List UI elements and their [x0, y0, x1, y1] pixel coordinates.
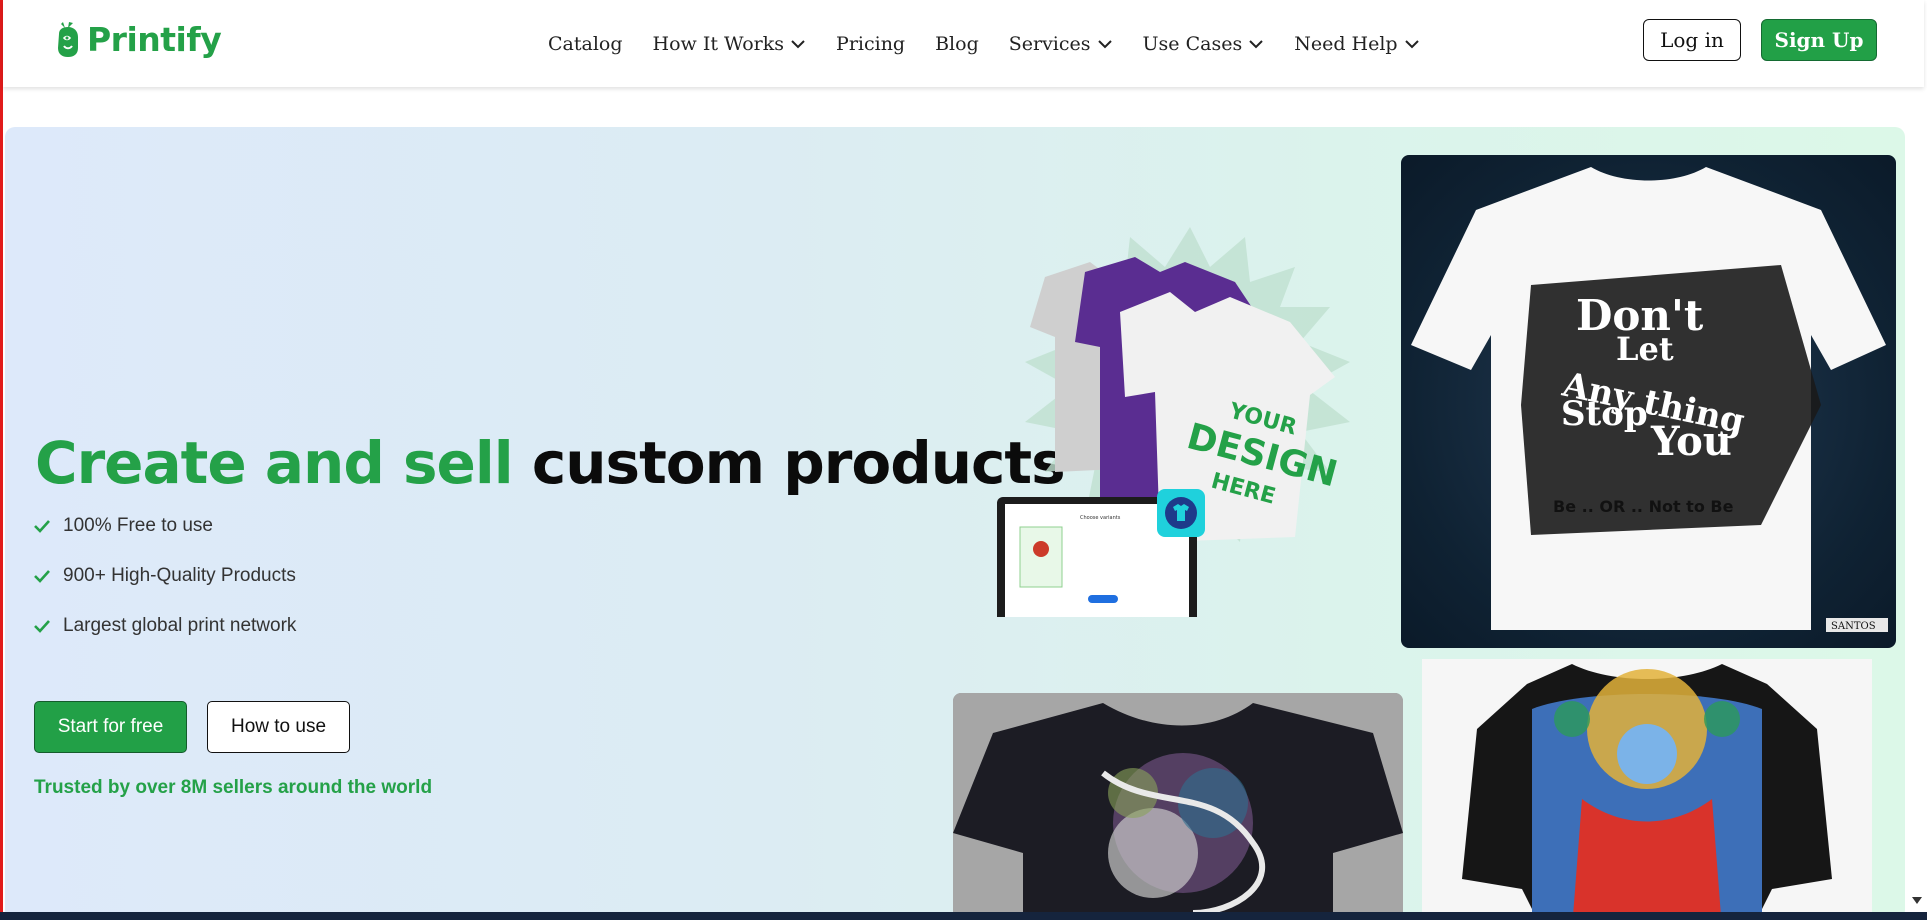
- start-for-free-button[interactable]: Start for free: [34, 701, 187, 753]
- check-icon: [34, 520, 50, 533]
- mockup-laptop-title: Choose variants: [1080, 515, 1121, 521]
- nav-label: Pricing: [836, 32, 906, 55]
- nav-item-use-cases[interactable]: Use Cases: [1143, 33, 1265, 55]
- chevron-down-icon: [791, 39, 805, 48]
- signup-button[interactable]: Sign Up: [1761, 19, 1877, 61]
- hero-headline: Create and sell custom products: [35, 429, 1066, 497]
- main-nav: Catalog How It Works Pricing Blog Servic…: [548, 0, 1420, 87]
- feature-item: 900+ High-Quality Products: [33, 565, 296, 587]
- nav-label: How It Works: [652, 32, 785, 55]
- tshirt-illustration: Don't Let Any thing Stop You Be .. OR ..…: [1411, 167, 1888, 632]
- nav-label: Blog: [935, 32, 979, 55]
- krishna-illustration: [1422, 659, 1872, 920]
- site-header: Printify Catalog How It Works Pricing Bl…: [3, 0, 1924, 87]
- feature-label: 100% Free to use: [63, 515, 213, 536]
- hero-section: Create and sell custom products 100% Fre…: [5, 127, 1905, 920]
- feature-item: 100% Free to use: [33, 515, 213, 537]
- feature-label: 900+ High-Quality Products: [63, 565, 296, 586]
- feature-label: Largest global print network: [63, 615, 297, 636]
- shirt-brand-mark: SANTOS: [1831, 621, 1876, 632]
- nav-label: Services: [1008, 32, 1091, 55]
- floral-illustration: [953, 693, 1403, 920]
- floral-tshirt-image: [953, 693, 1403, 920]
- nav-label: Need Help: [1294, 32, 1398, 55]
- check-icon: [34, 620, 50, 633]
- headline-accent: Create and sell: [35, 429, 514, 497]
- tshirt-slogan-image: Don't Let Any thing Stop You Be .. OR ..…: [1401, 155, 1896, 648]
- nav-item-how-it-works[interactable]: How It Works: [653, 33, 807, 55]
- nav-label: Catalog: [548, 32, 623, 55]
- login-button[interactable]: Log in: [1643, 19, 1741, 61]
- chevron-down-icon: [1249, 39, 1263, 48]
- slogan-text: You: [1650, 418, 1732, 465]
- nav-item-blog[interactable]: Blog: [935, 33, 979, 55]
- taskbar-edge: [0, 912, 1927, 920]
- chevron-down-icon: [1097, 39, 1112, 48]
- feature-item: Largest global print network: [33, 615, 296, 637]
- trusted-tagline: Trusted by over 8M sellers around the wo…: [34, 777, 433, 798]
- brand-name: Printify: [87, 19, 222, 59]
- window-edge: [0, 0, 3, 920]
- scroll-down-icon[interactable]: [1912, 897, 1922, 904]
- nav-item-catalog[interactable]: Catalog: [548, 33, 623, 55]
- chevron-down-icon: [1404, 39, 1419, 48]
- how-to-use-button[interactable]: How to use: [207, 701, 350, 753]
- slogan-text: Let: [1616, 330, 1674, 368]
- brand-logo[interactable]: Printify: [55, 18, 222, 60]
- nav-label: Use Cases: [1142, 32, 1243, 55]
- product-mockup-image: YOUR DESIGN HERE Choose variants: [960, 197, 1410, 636]
- krishna-tshirt-image: [1422, 659, 1872, 920]
- mockup-illustration: YOUR DESIGN HERE Choose variants: [972, 227, 1350, 636]
- nav-item-need-help[interactable]: Need Help: [1294, 33, 1419, 55]
- check-icon: [34, 570, 50, 583]
- slogan-text: Stop: [1561, 394, 1648, 434]
- nav-item-pricing[interactable]: Pricing: [836, 33, 905, 55]
- slogan-tagline: Be .. OR .. Not to Be: [1553, 497, 1734, 516]
- printify-logo-icon: [58, 22, 78, 57]
- nav-item-services[interactable]: Services: [1009, 33, 1113, 55]
